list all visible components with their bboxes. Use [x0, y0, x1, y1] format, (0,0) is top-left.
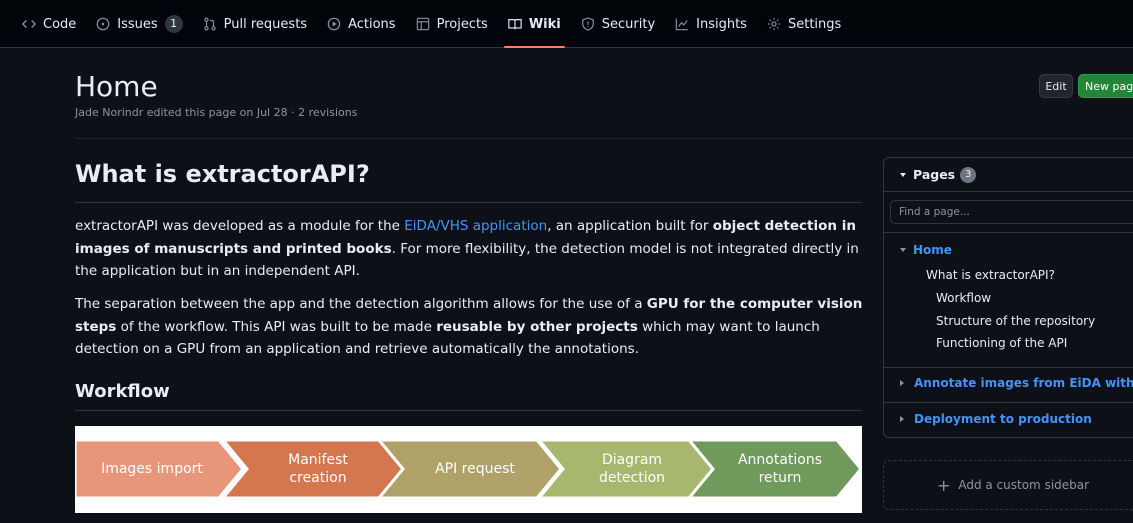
- bold-text: reusable by other projects: [436, 318, 638, 335]
- page-link-annotate[interactable]: Annotate images from EiDA with ...: [914, 376, 1133, 390]
- heading-rule: [75, 410, 862, 411]
- page-revision-meta: Jade Norindr edited this page on Jul 28 …: [75, 106, 358, 119]
- caret-right-icon: [900, 380, 904, 386]
- tab-label: Security: [601, 16, 656, 32]
- divider: [884, 367, 1133, 368]
- shield-icon: [581, 17, 595, 31]
- tab-wiki[interactable]: Wiki: [498, 0, 571, 48]
- add-custom-sidebar-button[interactable]: + Add a custom sidebar: [883, 460, 1133, 510]
- tab-label: Pull requests: [223, 16, 308, 32]
- issue-icon: [96, 17, 110, 31]
- text: extractorAPI was developed as a module f…: [75, 218, 405, 234]
- article-heading: What is extractorAPI?: [75, 160, 370, 188]
- tab-actions[interactable]: Actions: [317, 0, 406, 48]
- repo-nav: Code Issues 1 Pull requests Actions Proj…: [0, 0, 1133, 48]
- gpu-paragraph: The separation between the app and the d…: [75, 293, 865, 361]
- workflow-step-label: Manifest creation: [288, 452, 348, 486]
- text: The separation between the app and the d…: [75, 296, 647, 312]
- intro-paragraph: extractorAPI was developed as a module f…: [75, 215, 865, 283]
- tab-label: Actions: [348, 16, 396, 32]
- issues-count-badge: 1: [164, 15, 183, 33]
- toc-item[interactable]: Structure of the repository: [936, 314, 1095, 328]
- tab-projects[interactable]: Projects: [406, 0, 498, 48]
- eida-vhs-link[interactable]: EiDA/VHS application: [404, 218, 547, 234]
- pages-toggle[interactable]: Pages 3: [884, 158, 1133, 192]
- page-item-deployment[interactable]: Deployment to production: [900, 412, 1092, 426]
- workflow-step-label: Diagram detection: [598, 452, 666, 486]
- page-item-annotate[interactable]: Annotate images from EiDA with ...: [900, 376, 1133, 390]
- tab-security[interactable]: Security: [571, 0, 665, 48]
- pages-sidebar: Pages 3 Home What is extractorAPI? Workf…: [883, 157, 1133, 438]
- tab-label: Projects: [436, 16, 488, 32]
- tab-settings[interactable]: Settings: [757, 0, 851, 48]
- page-link-deployment[interactable]: Deployment to production: [914, 412, 1092, 426]
- repo-nav-tabs: Code Issues 1 Pull requests Actions Proj…: [0, 0, 851, 48]
- header-divider: [75, 138, 1133, 139]
- workflow-diagram: Images import Manifest creation API request…: [75, 426, 862, 513]
- page-title: Home: [75, 70, 158, 103]
- tab-issues[interactable]: Issues 1: [86, 0, 192, 48]
- divider: [884, 232, 1133, 233]
- caret-down-icon: [900, 172, 906, 177]
- tab-label: Insights: [696, 16, 747, 32]
- workflow-step-label: Images import: [101, 461, 203, 477]
- tab-code[interactable]: Code: [12, 0, 86, 48]
- page-item-home[interactable]: Home: [900, 243, 952, 257]
- tab-insights[interactable]: Insights: [665, 0, 757, 48]
- new-page-button[interactable]: New page: [1078, 74, 1133, 98]
- toc-item[interactable]: What is extractorAPI?: [926, 268, 1055, 282]
- find-page-input[interactable]: [890, 200, 1133, 224]
- caret-down-icon: [900, 248, 906, 252]
- table-icon: [416, 17, 430, 31]
- pages-count-badge: 3: [960, 166, 977, 183]
- pull-request-icon: [203, 17, 217, 31]
- tab-pull-requests[interactable]: Pull requests: [193, 0, 317, 48]
- workflow-step-label: Annotations return: [737, 452, 823, 486]
- book-icon: [508, 17, 522, 31]
- tab-label: Settings: [787, 16, 842, 32]
- toc-item[interactable]: Workflow: [936, 291, 991, 305]
- heading-rule: [75, 202, 862, 203]
- play-icon: [327, 17, 341, 31]
- pages-label: Pages: [913, 167, 956, 182]
- caret-right-icon: [900, 416, 904, 422]
- tab-label: Code: [43, 16, 77, 32]
- code-icon: [22, 17, 36, 31]
- tab-label: Wiki: [528, 16, 561, 32]
- divider: [884, 402, 1133, 403]
- edit-button[interactable]: Edit: [1039, 74, 1073, 98]
- workflow-step-label: API request: [435, 461, 515, 477]
- tab-label: Issues: [117, 16, 158, 32]
- toc-item[interactable]: Functioning of the API: [936, 336, 1067, 350]
- text: of the workflow. This API was built to b…: [116, 318, 437, 335]
- add-custom-sidebar-label: Add a custom sidebar: [958, 478, 1090, 492]
- gear-icon: [767, 17, 781, 31]
- workflow-heading: Workflow: [75, 381, 170, 402]
- plus-icon: +: [936, 475, 951, 495]
- text: , an application built for: [547, 218, 713, 234]
- page-link-home[interactable]: Home: [913, 243, 952, 257]
- graph-icon: [675, 17, 689, 31]
